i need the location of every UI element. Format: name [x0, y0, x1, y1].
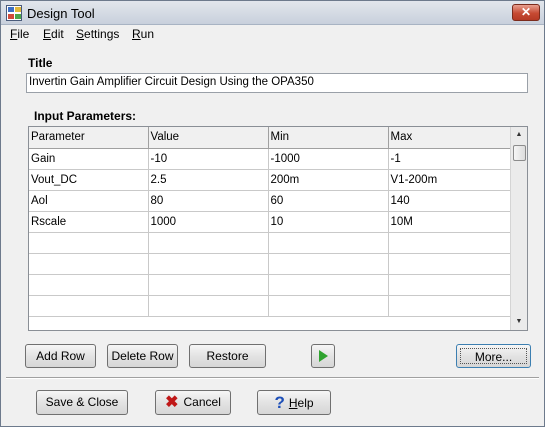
help-question-icon: ?: [274, 393, 285, 412]
grid-cell[interactable]: [388, 295, 511, 317]
grid-cell[interactable]: Rscale: [29, 211, 149, 233]
more-button[interactable]: More...: [456, 344, 531, 368]
delete-row-button[interactable]: Delete Row: [107, 344, 178, 368]
column-header-min[interactable]: Min: [268, 127, 389, 149]
grid-cell[interactable]: 200m: [268, 169, 389, 191]
column-header-parameter[interactable]: Parameter: [29, 127, 149, 149]
grid-cell[interactable]: -1: [388, 148, 511, 170]
title-bar[interactable]: Design Tool ✕: [1, 1, 544, 25]
cancel-button-label: Cancel: [183, 395, 221, 409]
grid-cell[interactable]: [148, 295, 269, 317]
grid-cell[interactable]: 1000: [148, 211, 269, 233]
table-row: Aol 80 60 140: [29, 190, 511, 212]
scroll-up-icon[interactable]: ▲: [511, 127, 527, 143]
grid-cell[interactable]: [29, 232, 149, 254]
restore-button[interactable]: Restore: [189, 344, 266, 368]
parameters-grid: Parameter Value Min Max Gain -10 -1000 -…: [28, 126, 528, 331]
column-header-value[interactable]: Value: [148, 127, 269, 149]
grid-cell[interactable]: -10: [148, 148, 269, 170]
run-button[interactable]: [311, 344, 335, 368]
cancel-button[interactable]: ✖ Cancel: [155, 390, 231, 415]
grid-cell[interactable]: [148, 253, 269, 275]
grid-cell[interactable]: [388, 274, 511, 296]
table-row: [29, 295, 511, 317]
input-parameters-label: Input Parameters:: [34, 109, 137, 123]
grid-cell[interactable]: [388, 253, 511, 275]
cancel-x-icon: ✖: [165, 394, 179, 411]
table-row: Rscale 1000 10 10M: [29, 211, 511, 233]
grid-cell[interactable]: 10: [268, 211, 389, 233]
grid-cell[interactable]: Vout_DC: [29, 169, 149, 191]
grid-cell[interactable]: [268, 295, 389, 317]
add-row-button[interactable]: Add Row: [25, 344, 96, 368]
grid-cell[interactable]: [268, 253, 389, 275]
grid-cell[interactable]: 60: [268, 190, 389, 212]
grid-cell[interactable]: [148, 274, 269, 296]
parameters-table: Parameter Value Min Max Gain -10 -1000 -…: [29, 127, 511, 317]
vertical-scrollbar[interactable]: ▲ ▼: [510, 127, 527, 330]
menu-edit[interactable]: Edit: [43, 27, 64, 41]
grid-header-row: Parameter Value Min Max: [29, 127, 511, 149]
grid-cell[interactable]: [148, 232, 269, 254]
window-title: Design Tool: [27, 6, 95, 21]
more-button-label: More...: [460, 348, 527, 364]
grid-cell[interactable]: [268, 232, 389, 254]
scroll-thumb[interactable]: [513, 145, 526, 161]
grid-cell[interactable]: [29, 253, 149, 275]
close-button[interactable]: ✕: [512, 4, 540, 21]
grid-cell[interactable]: 80: [148, 190, 269, 212]
menu-run[interactable]: Run: [132, 27, 154, 41]
grid-cell[interactable]: 10M: [388, 211, 511, 233]
table-row: [29, 274, 511, 296]
separator: [6, 377, 539, 379]
scroll-down-icon[interactable]: ▼: [511, 314, 527, 330]
grid-cell[interactable]: [29, 295, 149, 317]
help-button[interactable]: ? Help: [257, 390, 331, 415]
help-button-label: Help: [288, 396, 314, 410]
column-header-max[interactable]: Max: [388, 127, 511, 149]
grid-cell[interactable]: [268, 274, 389, 296]
menu-bar: File Edit Settings Run: [1, 25, 544, 44]
play-icon: [318, 350, 328, 362]
app-grid-icon: [6, 5, 22, 21]
grid-cell[interactable]: Aol: [29, 190, 149, 212]
table-row: Gain -10 -1000 -1: [29, 148, 511, 170]
title-input[interactable]: Invertin Gain Amplifier Circuit Design U…: [26, 73, 528, 93]
grid-cell[interactable]: 140: [388, 190, 511, 212]
menu-settings[interactable]: Settings: [76, 27, 119, 41]
table-row: [29, 253, 511, 275]
table-row: [29, 232, 511, 254]
grid-cell[interactable]: 2.5: [148, 169, 269, 191]
table-row: Vout_DC 2.5 200m V1-200m: [29, 169, 511, 191]
grid-cell[interactable]: [29, 274, 149, 296]
design-tool-window: Design Tool ✕ File Edit Settings Run Tit…: [0, 0, 545, 427]
grid-cell[interactable]: -1000: [268, 148, 389, 170]
title-label: Title: [28, 56, 53, 70]
grid-cell[interactable]: Gain: [29, 148, 149, 170]
grid-cell[interactable]: V1-200m: [388, 169, 511, 191]
menu-file[interactable]: File: [10, 27, 29, 41]
save-close-button[interactable]: Save & Close: [36, 390, 128, 415]
grid-cell[interactable]: [388, 232, 511, 254]
